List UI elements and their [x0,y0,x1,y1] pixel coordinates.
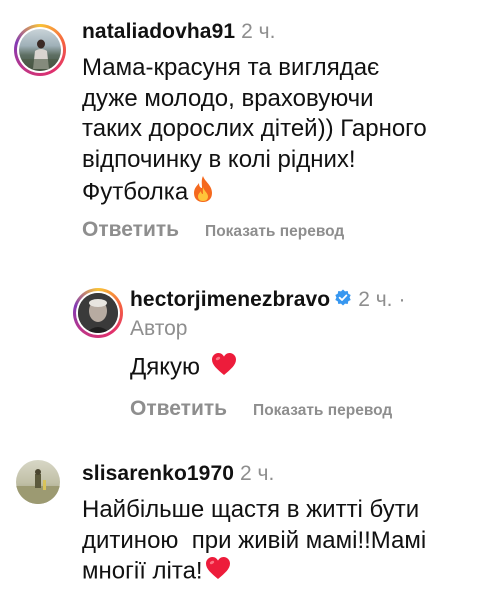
translate-button[interactable]: Показать перевод [205,223,344,241]
translate-button[interactable]: Показать перевод [253,402,392,420]
reply-button[interactable]: Ответить [82,218,179,242]
avatar[interactable] [16,460,60,504]
heart-icon [211,352,237,385]
comment-time: 2 ч. [358,288,393,311]
comment-text: Дякую [130,352,237,385]
story-ring[interactable] [14,24,66,76]
avatar[interactable] [78,293,118,333]
comment-username[interactable]: hectorjimenezbravo [130,288,330,312]
comment-time: 2 ч. [241,20,276,43]
comment-hectorjimenezbravo: hectorjimenezbravo 2 ч. · Автор Дякую От… [0,280,486,430]
author-label: Автор [130,317,188,340]
reply-button[interactable]: Ответить [130,397,227,421]
comment-slisarenko1970: slisarenko1970 2 ч. Найбільше щастя в жит… [0,450,486,600]
verified-badge-icon [334,289,352,312]
comment-nataliadovha91: nataliadovha91 2 ч. Мама-красуня та вигля… [0,0,486,250]
fire-icon [190,175,216,212]
avatar[interactable] [19,29,61,71]
comment-username[interactable]: nataliadovha91 [82,20,235,43]
comment-username[interactable]: slisarenko1970 [82,462,234,485]
comment-time: 2 ч. [240,462,275,485]
comment-text: Мама-красуня та виглядає дуже молодо, вр… [82,53,482,212]
separator-dot: · [398,288,406,311]
landscape-photo-icon [16,469,60,504]
comment-text: Найбільше щастя в житті бути дитиною при… [82,495,482,589]
person-face-icon [78,293,118,333]
heart-icon [205,556,231,589]
story-ring[interactable] [73,288,123,338]
person-silhouette-icon [19,39,61,71]
